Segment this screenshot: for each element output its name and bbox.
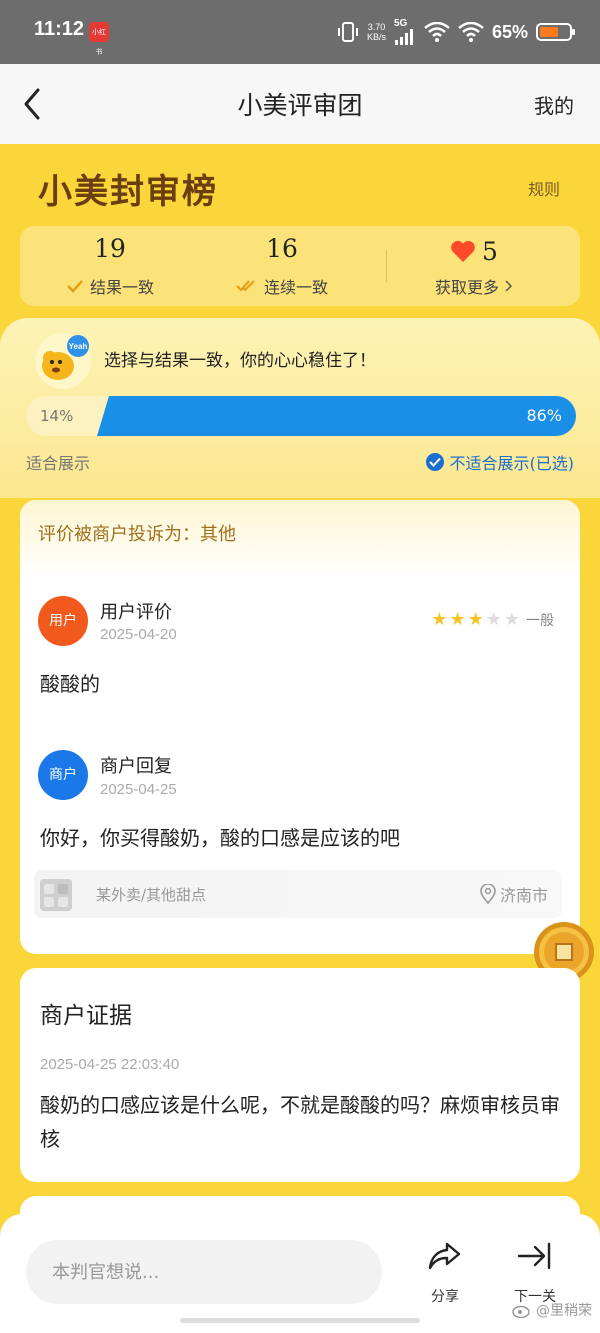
vote-result-card: Yeah 选择与结果一致，你的心心稳住了！ 14% 86% 适合展示 不适合展示… bbox=[0, 318, 600, 498]
merchant-reply-date: 2025-04-25 bbox=[100, 781, 177, 798]
user-avatar: 用户 bbox=[38, 596, 88, 646]
star-icon: ★ bbox=[431, 609, 448, 630]
stat-label-wrap: 结果一致 bbox=[66, 274, 154, 298]
comment-input[interactable] bbox=[26, 1240, 382, 1304]
mine-link[interactable]: 我的 bbox=[534, 90, 574, 119]
user-review-title: 用户评价 bbox=[100, 602, 172, 623]
vote-bar: 14% 86% bbox=[26, 396, 576, 436]
complaint-reason: 评价被商户投诉为：其他 bbox=[38, 524, 236, 545]
shop-name: 某外卖/其他甜点 bbox=[96, 886, 207, 904]
app-badge-icon: 小红书 bbox=[89, 22, 109, 56]
mascot-icon: Yeah bbox=[35, 333, 91, 389]
wifi-icon-2 bbox=[458, 22, 484, 42]
next-level-button[interactable]: 下一关 bbox=[500, 1238, 570, 1306]
selected-check-icon bbox=[425, 453, 444, 471]
home-indicator bbox=[180, 1318, 420, 1323]
net-speed: 3.70 KB/s bbox=[367, 22, 386, 42]
heart-icon bbox=[451, 240, 475, 262]
heart-count: 5 bbox=[384, 234, 564, 268]
network-type: 5G bbox=[393, 18, 408, 29]
nav-bar: 小美评审团 我的 bbox=[0, 64, 600, 144]
option-unsuitable: 不适合展示(已选) bbox=[425, 450, 575, 474]
battery-icon bbox=[536, 23, 575, 41]
weibo-logo-icon bbox=[512, 1305, 530, 1318]
option-suitable: 适合展示 bbox=[26, 454, 91, 473]
stat-value: 5 bbox=[482, 236, 498, 266]
stat-value: 19 bbox=[94, 234, 126, 263]
stat-label: 获取更多 bbox=[434, 278, 499, 297]
evidence-card: 商户证据 2025-04-25 22:03:40 酸奶的口感应该是什么呢，不就是… bbox=[20, 968, 580, 1182]
rules-link[interactable]: 规则 bbox=[528, 176, 560, 200]
watermark: @里稍荣 bbox=[512, 1300, 592, 1320]
stat-hearts[interactable]: 5 获取更多 bbox=[384, 234, 564, 298]
evidence-datetime: 2025-04-25 22:03:40 bbox=[40, 1056, 180, 1073]
user-review-date: 2025-04-20 bbox=[100, 626, 177, 643]
banner-title: 小美封审榜 bbox=[38, 172, 218, 212]
watermark-text: @里稍荣 bbox=[536, 1303, 592, 1319]
vote-bar-left: 14% bbox=[26, 396, 109, 436]
vote-bar-right: 86% bbox=[97, 396, 576, 436]
review-card: 评价被商户投诉为：其他 用户 用户评价 2025-04-20 ★ ★ ★ ★ ★ 一般 酸… bbox=[20, 500, 580, 954]
vote-message: 选择与结果一致，你的心心稳住了！ bbox=[104, 351, 376, 371]
page-title: 小美评审团 bbox=[237, 91, 363, 120]
battery-fill bbox=[540, 27, 559, 37]
mascot-text: Yeah bbox=[69, 342, 88, 351]
status-bar: 11:12 小红书 3.70 KB/s 5G 65% bbox=[0, 0, 600, 64]
shop-info[interactable]: 某外卖/其他甜点 济南市 bbox=[34, 870, 562, 918]
shop-city: 济南市 bbox=[499, 886, 548, 905]
merchant-reply-title: 商户回复 bbox=[100, 756, 172, 777]
bottom-action-bar: 分享 下一关 bbox=[0, 1214, 600, 1333]
option-unsuitable-label: 不适合展示(已选) bbox=[449, 454, 575, 473]
evidence-text: 酸奶的口感应该是什么呢，不就是酸酸的吗？麻烦审核员审核 bbox=[40, 1093, 560, 1151]
stat-streak: 16 连续一致 bbox=[192, 234, 372, 298]
wifi-icon bbox=[424, 22, 450, 42]
share-label: 分享 bbox=[431, 1289, 459, 1305]
vibrate-icon bbox=[337, 22, 358, 42]
status-icons: 3.70 KB/s 5G 65% bbox=[337, 16, 575, 48]
stat-label: 结果一致 bbox=[89, 278, 154, 297]
location-pin-icon bbox=[480, 884, 496, 904]
star-rating: ★ ★ ★ ★ ★ 一般 bbox=[431, 610, 554, 630]
signal-5g: 5G bbox=[394, 19, 416, 45]
status-time: 11:12 bbox=[34, 18, 85, 40]
stat-label-wrap: 连续一致 bbox=[236, 274, 328, 298]
star-icon: ★ bbox=[503, 609, 520, 630]
battery-percent: 65% bbox=[491, 21, 528, 42]
net-speed-unit: KB/s bbox=[366, 32, 386, 42]
double-check-icon bbox=[236, 280, 255, 292]
get-more-link[interactable]: 获取更多 bbox=[435, 274, 513, 298]
right-percent: 86% bbox=[526, 406, 562, 425]
cell-signal-icon bbox=[394, 29, 413, 45]
stat-value: 16 bbox=[266, 234, 298, 263]
net-speed-value: 3.70 bbox=[367, 22, 386, 32]
shop-location: 济南市 bbox=[480, 882, 548, 906]
chevron-right-icon bbox=[505, 280, 513, 292]
star-icon: ★ bbox=[485, 609, 502, 630]
merchant-reply-content: 你好，你买得酸奶，酸的口感是应该的吧 bbox=[40, 826, 400, 850]
stat-consistent: 19 结果一致 bbox=[20, 234, 200, 298]
stats-panel: 19 结果一致 16 连续一致 5 获取更多 bbox=[20, 226, 580, 306]
star-icon: ★ bbox=[449, 609, 466, 630]
check-icon bbox=[67, 280, 83, 293]
stat-label: 连续一致 bbox=[263, 278, 328, 297]
shop-thumbnail-icon bbox=[40, 879, 72, 911]
share-icon bbox=[428, 1242, 461, 1270]
user-review-content: 酸酸的 bbox=[40, 672, 100, 696]
merchant-avatar: 商户 bbox=[38, 750, 88, 800]
share-button[interactable]: 分享 bbox=[410, 1238, 480, 1306]
rating-text: 一般 bbox=[526, 613, 554, 629]
left-percent: 14% bbox=[40, 407, 74, 425]
next-arrow-icon bbox=[517, 1242, 551, 1270]
evidence-title: 商户证据 bbox=[40, 1003, 132, 1029]
star-icon: ★ bbox=[467, 609, 484, 630]
